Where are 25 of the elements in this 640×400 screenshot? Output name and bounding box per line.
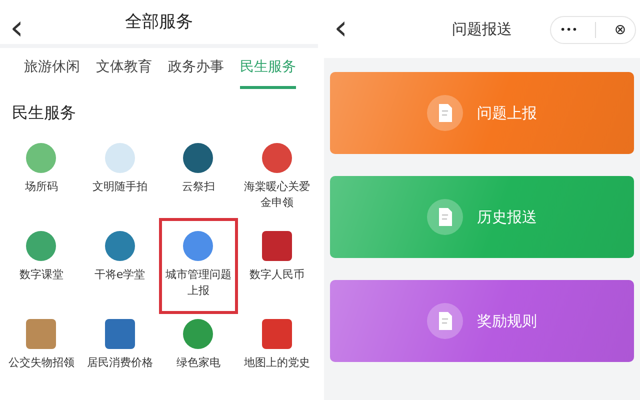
category-tab[interactable]: 政务办事 bbox=[168, 48, 224, 89]
service-item[interactable]: 公交失物招领 bbox=[2, 312, 80, 400]
section-title: 民生服务 bbox=[11, 102, 77, 124]
service-item[interactable]: 居民消费价格 bbox=[80, 312, 159, 400]
service-item[interactable]: 干将e学堂 bbox=[80, 224, 159, 312]
close-button[interactable]: ⊗ bbox=[614, 22, 626, 38]
service-item[interactable]: 数字课堂 bbox=[2, 224, 80, 312]
service-item[interactable]: 海棠暖心关爱金申领 bbox=[238, 136, 316, 224]
service-item[interactable]: 绿色家电 bbox=[159, 312, 238, 400]
highlighted-service-item[interactable]: 城市管理问题上报 bbox=[159, 218, 238, 314]
document-icon bbox=[427, 199, 463, 235]
category-tab[interactable]: 旅游休闲 bbox=[24, 48, 80, 89]
service-item[interactable]: 场所码 bbox=[2, 136, 80, 224]
service-item[interactable]: 文明随手拍 bbox=[80, 136, 159, 224]
action-card[interactable]: 奖励规则 bbox=[330, 280, 634, 362]
back-button[interactable]: ‹ bbox=[10, 8, 24, 48]
back-button[interactable]: ‹ bbox=[334, 8, 348, 48]
document-icon bbox=[427, 303, 463, 339]
category-tab[interactable]: 文体教育 bbox=[96, 48, 152, 89]
document-icon bbox=[427, 95, 463, 131]
service-item[interactable]: 数字人民币 bbox=[238, 224, 316, 312]
page-title: 全部服务 bbox=[125, 11, 193, 34]
more-button[interactable]: ••• bbox=[560, 24, 578, 36]
page-title: 问题报送 bbox=[452, 20, 512, 38]
service-item[interactable]: 地图上的党史 bbox=[238, 312, 316, 400]
